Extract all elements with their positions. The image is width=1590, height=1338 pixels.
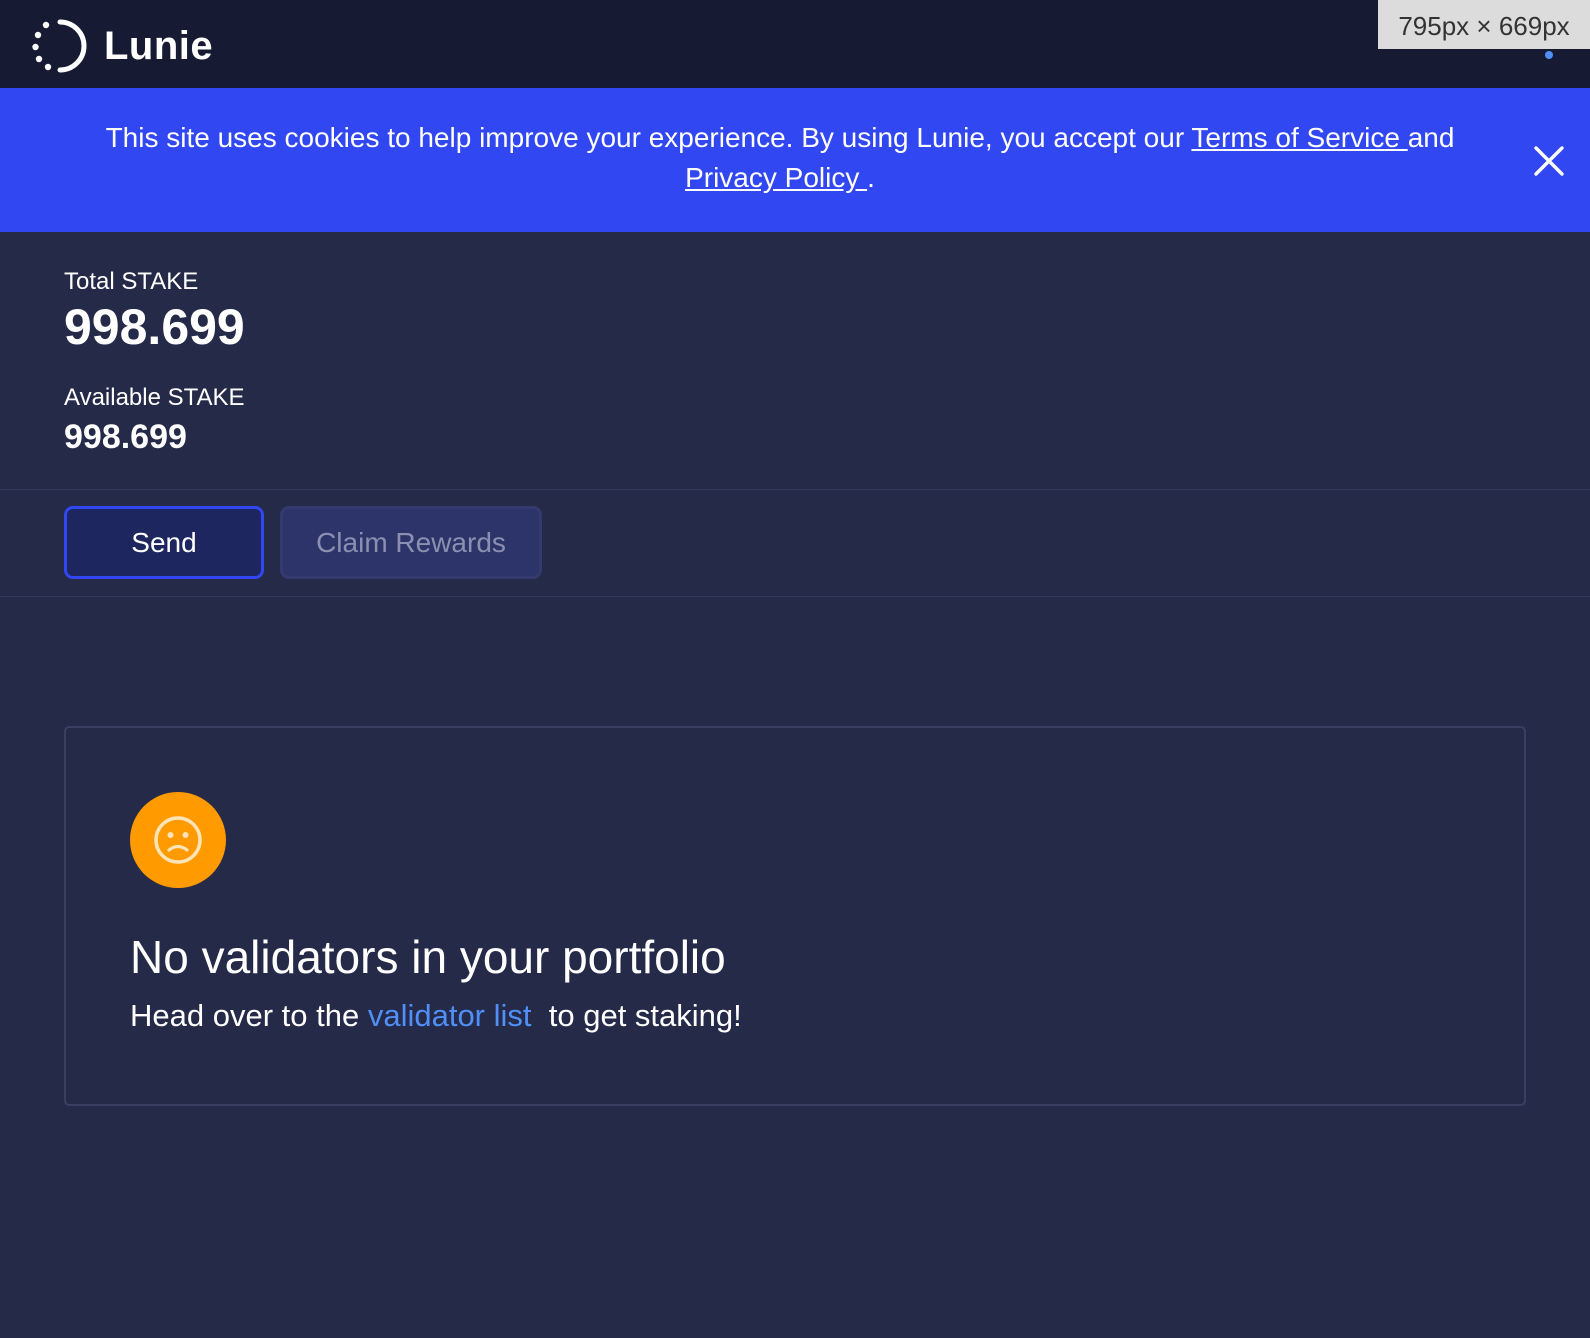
menu-dot-icon[interactable]: [1545, 51, 1553, 59]
cookie-text-middle: and: [1407, 122, 1455, 153]
sad-face-icon: [154, 816, 202, 864]
app-name: Lunie: [104, 23, 214, 68]
dimensions-overlay: 795px × 669px: [1378, 0, 1590, 49]
empty-state-card: [64, 726, 1526, 1106]
close-icon[interactable]: [1532, 144, 1566, 178]
lunie-logo-icon: [32, 19, 87, 73]
total-stake-label: Total STAKE: [64, 268, 199, 295]
total-stake-value: 998.699: [64, 299, 245, 355]
cookie-message: This site uses cookies to help improve y…: [70, 118, 1490, 198]
empty-state-title: No validators in your portfolio: [130, 931, 726, 983]
available-stake-label: Available STAKE: [64, 384, 245, 411]
empty-text-after: to get staking!: [531, 998, 742, 1033]
terms-of-service-link[interactable]: Terms of Service: [1191, 122, 1407, 153]
divider: [0, 596, 1590, 597]
cookie-banner: This site uses cookies to help improve y…: [0, 88, 1590, 232]
sad-face-badge: [130, 792, 226, 888]
available-stake-value: 998.699: [64, 418, 187, 456]
validator-list-link[interactable]: validator list: [368, 998, 532, 1033]
privacy-policy-link[interactable]: Privacy Policy: [685, 162, 867, 193]
cookie-text-after: .: [867, 162, 875, 193]
empty-text-before: Head over to the: [130, 998, 368, 1033]
empty-state-message: Head over to the validator list to get s…: [130, 998, 742, 1034]
send-button[interactable]: Send: [64, 506, 264, 579]
app-header: Lunie 795px × 669px: [0, 0, 1590, 88]
cookie-text-before: This site uses cookies to help improve y…: [105, 122, 1192, 153]
claim-rewards-button[interactable]: Claim Rewards: [280, 506, 542, 579]
divider: [0, 489, 1590, 490]
lunie-logo[interactable]: Lunie: [30, 16, 213, 76]
